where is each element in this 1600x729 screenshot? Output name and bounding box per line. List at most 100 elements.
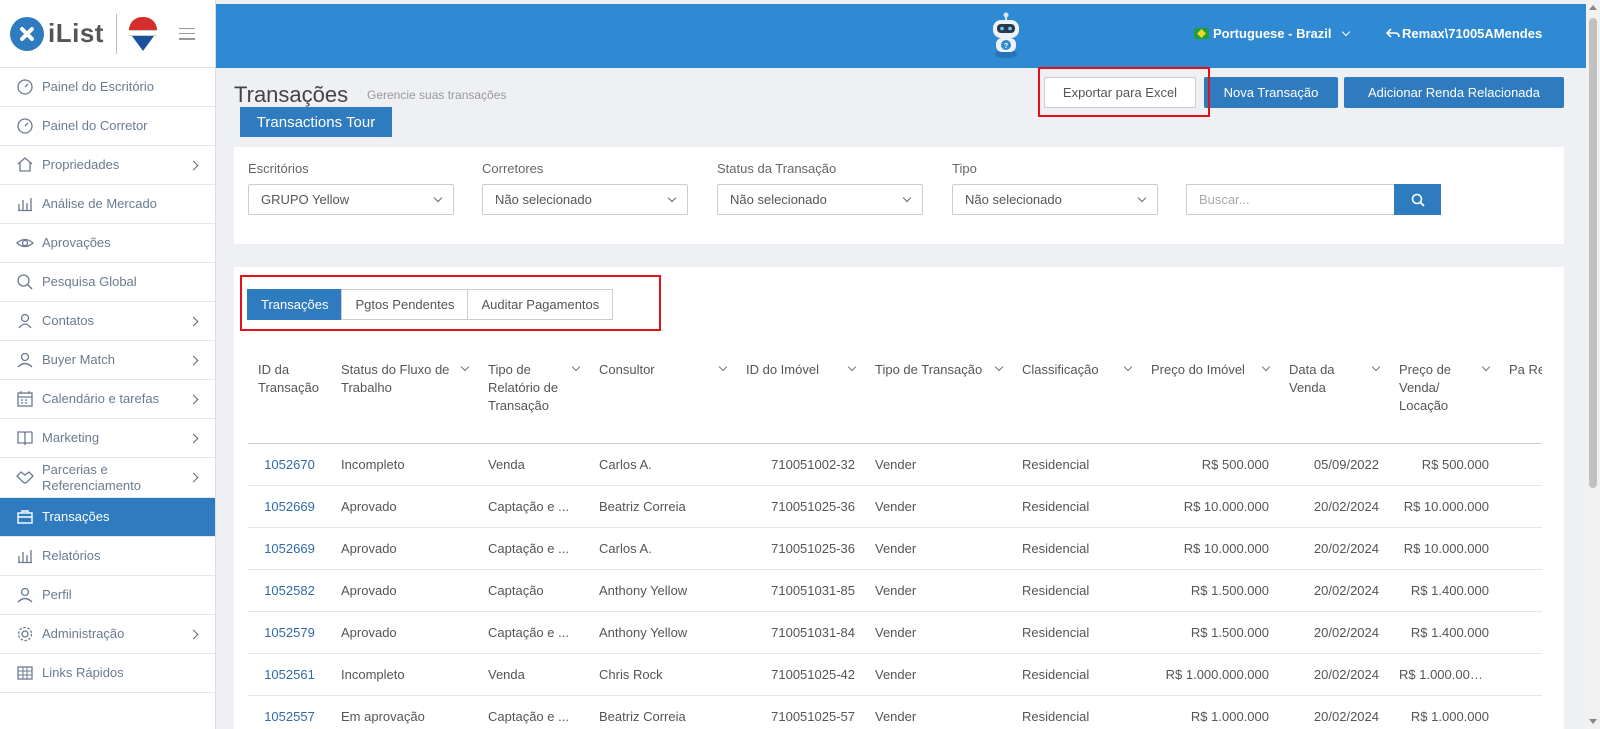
office-select-value: GRUPO Yellow [261,192,350,207]
transaction-id-link[interactable]: 1052561 [264,667,315,682]
sidebar-item-perfil[interactable]: Perfil [0,576,215,615]
contacts-icon [16,312,34,330]
status-select[interactable]: Não selecionado [717,184,923,215]
transaction-id-cell[interactable]: 1052579 [248,611,331,654]
sort-chevron-icon[interactable] [1371,362,1381,372]
sidebar-item-label: Painel do Corretor [42,118,148,133]
tab-transacoes[interactable]: Transações [247,289,343,320]
sidebar-item-painel-do-corretor[interactable]: Painel do Corretor [0,107,215,146]
tab-auditar-pagamentos[interactable]: Auditar Pagamentos [467,289,614,320]
type-select[interactable]: Não selecionado [952,184,1158,215]
column-header-tipo-de-relatorio-de-transacao[interactable]: Tipo de Relatório de Transação [478,347,589,444]
sort-chevron-icon[interactable] [460,362,470,372]
sidebar-item-links-rapidos[interactable]: Links Rápidos [0,654,215,693]
transaction-id-link[interactable]: 1052669 [264,499,315,514]
transaction-id-cell[interactable]: 1052669 [248,485,331,528]
table-cell-tipo-de-relatorio-de-transacao: Captação e ... [478,695,589,729]
table-row[interactable]: 1052557 Em aprovação Captação e ... Beatriz… [248,695,1542,729]
search-icon [16,273,34,291]
page-scrollbar[interactable] [1586,0,1600,729]
search-input[interactable] [1186,184,1394,215]
sort-chevron-icon[interactable] [847,362,857,372]
chevron-right-icon [188,433,199,443]
table-row[interactable]: 1052579 Aprovado Captação e ... Anthony Yel… [248,611,1542,654]
sidebar-item-label: Transações [42,509,110,524]
sort-chevron-icon[interactable] [1261,362,1271,372]
table-row[interactable]: 1052670 Incompleto Venda Carlos A. 710051002… [248,443,1542,486]
column-header-label: Status do Fluxo de Trabalho [341,362,450,395]
scroll-up-arrow-icon[interactable] [1589,5,1597,10]
sidebar-item-marketing[interactable]: Marketing [0,419,215,458]
tabs: Transações Pgtos Pendentes Auditar Pagamen… [247,289,614,320]
sidebar-item-propriedades[interactable]: Propriedades [0,146,215,185]
sidebar-item-calendario-e-tarefas[interactable]: Calendário e tarefas [0,380,215,419]
sidebar-item-label: Perfil [42,587,72,602]
scroll-thumb[interactable] [1589,18,1597,488]
sidebar-item-painel-do-escritorio[interactable]: Painel do Escritório [0,68,215,107]
transaction-id-cell[interactable]: 1052561 [248,653,331,696]
chevron-right-icon [188,160,199,170]
transaction-id-link[interactable]: 1052582 [264,583,315,598]
sidebar-item-contatos[interactable]: Contatos [0,302,215,341]
column-header-tipo-de-transacao[interactable]: Tipo de Transação [865,347,1012,444]
sidebar-item-relatorios[interactable]: Relatórios [0,537,215,576]
sidebar-item-parcerias-e-referenciamento[interactable]: Parcerias e Referenciamento [0,458,215,498]
table-row[interactable]: 1052669 Aprovado Captação e ... Beatriz Cor… [248,485,1542,528]
new-transaction-button[interactable]: Nova Transação [1204,77,1338,108]
grid-icon [16,664,34,682]
transaction-id-link[interactable]: 1052579 [264,625,315,640]
transactions-tour-button[interactable]: Transactions Tour [240,107,392,137]
transaction-id-link[interactable]: 1052670 [264,457,315,472]
ilist-logo[interactable]: iList [10,16,104,51]
column-header-id-do-imovel[interactable]: ID do Imóvel [736,347,865,444]
column-header-status-do-fluxo-de-trabalho[interactable]: Status do Fluxo de Trabalho [331,347,478,444]
column-header-preco-do-imovel[interactable]: Preço do Imóvel [1141,347,1279,444]
add-related-income-button[interactable]: Adicionar Renda Relacionada [1344,77,1564,108]
tab-pgtos-pendentes[interactable]: Pgtos Pendentes [341,289,469,320]
table-cell-status-do-fluxo-de-trabalho: Incompleto [331,443,478,486]
sidebar-item-analise-de-mercado[interactable]: Análise de Mercado [0,185,215,224]
table-header-row: ID da Transação Status do Fluxo de Trabal… [248,347,1542,444]
column-header-pa-re[interactable]: Pa Re [1499,347,1542,444]
robot-assistant-icon[interactable]: ? [986,12,1026,60]
username-label: Remax\71005AMendes [1402,26,1543,41]
office-select[interactable]: GRUPO Yellow [248,184,454,215]
scroll-down-arrow-icon[interactable] [1589,719,1597,724]
column-header-id-da-transacao[interactable]: ID da Transação [248,347,331,444]
table-cell-pa-re [1499,611,1542,654]
column-header-classificacao[interactable]: Classificação [1012,347,1141,444]
transaction-id-cell[interactable]: 1052557 [248,695,331,729]
column-header-label: Pa Re [1509,362,1542,377]
sidebar-item-administracao[interactable]: Administração [0,615,215,654]
chevron-right-icon [188,472,199,483]
hamburger-menu-icon[interactable] [178,27,195,40]
column-header-consultor[interactable]: Consultor [589,347,736,444]
sidebar-item-transacoes[interactable]: Transações [0,498,215,537]
gear-icon [16,625,34,643]
column-header-preco-de-venda-locacao[interactable]: Preço de Venda/ Locação [1389,347,1499,444]
sort-chevron-icon[interactable] [1481,362,1491,372]
column-header-data-da-venda[interactable]: Data da Venda [1279,347,1389,444]
table-row[interactable]: 1052669 Aprovado Captação e ... Carlos A. 71… [248,527,1542,570]
sidebar-item-buyer-match[interactable]: Buyer Match [0,341,215,380]
user-menu[interactable]: Remax\71005AMendes [1385,26,1543,41]
sort-chevron-icon[interactable] [718,362,728,372]
language-selector[interactable]: Portuguese - Brazil [1194,26,1351,41]
sort-chevron-icon[interactable] [994,362,1004,372]
transaction-id-link[interactable]: 1052669 [264,541,315,556]
brokers-select[interactable]: Não selecionado [482,184,688,215]
sidebar-item-aprovacoes[interactable]: Aprovações [0,224,215,263]
table-row[interactable]: 1052561 Incompleto Venda Chris Rock 71005102… [248,653,1542,696]
sort-chevron-icon[interactable] [1123,362,1133,372]
export-excel-button[interactable]: Exportar para Excel [1044,77,1196,108]
sidebar-item-pesquisa-global[interactable]: Pesquisa Global [0,263,215,302]
sort-chevron-icon[interactable] [571,362,581,372]
transaction-id-cell[interactable]: 1052670 [248,443,331,486]
search-button[interactable] [1394,184,1441,215]
transaction-id-cell[interactable]: 1052669 [248,527,331,570]
transaction-id-link[interactable]: 1052557 [264,709,315,724]
gauge-icon [16,78,34,96]
table-cell-id-do-imovel: 710051025-42 [736,653,865,696]
transaction-id-cell[interactable]: 1052582 [248,569,331,612]
table-row[interactable]: 1052582 Aprovado Captação Anthony Yellow 710… [248,569,1542,612]
